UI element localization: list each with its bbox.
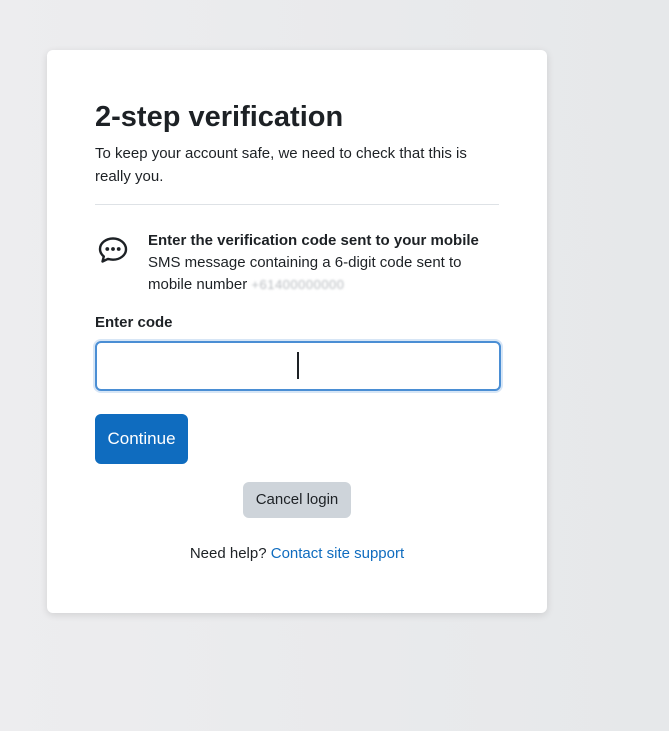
method-detail: SMS message containing a 6-digit code se… xyxy=(148,252,498,296)
verification-method: Enter the verification code sent to your… xyxy=(95,230,499,296)
method-text: Enter the verification code sent to your… xyxy=(148,230,498,296)
method-heading: Enter the verification code sent to your… xyxy=(148,232,479,249)
masked-phone-number: +61400000000 xyxy=(251,277,345,292)
continue-button[interactable]: Continue xyxy=(95,414,188,464)
cancel-login-button[interactable]: Cancel login xyxy=(243,482,351,518)
divider xyxy=(95,204,499,205)
text-caret xyxy=(297,352,299,379)
contact-support-link[interactable]: Contact site support xyxy=(271,545,404,562)
page-subtitle: To keep your account safe, we need to ch… xyxy=(95,145,467,185)
chat-bubble-icon xyxy=(97,234,129,266)
code-label: Enter code xyxy=(95,314,173,331)
page-title: 2-step verification xyxy=(95,101,344,133)
help-prefix: Need help? xyxy=(189,545,267,562)
help-line: Need help? Contact site support xyxy=(47,544,547,564)
verification-card: 2-step verification To keep your account… xyxy=(47,50,547,613)
